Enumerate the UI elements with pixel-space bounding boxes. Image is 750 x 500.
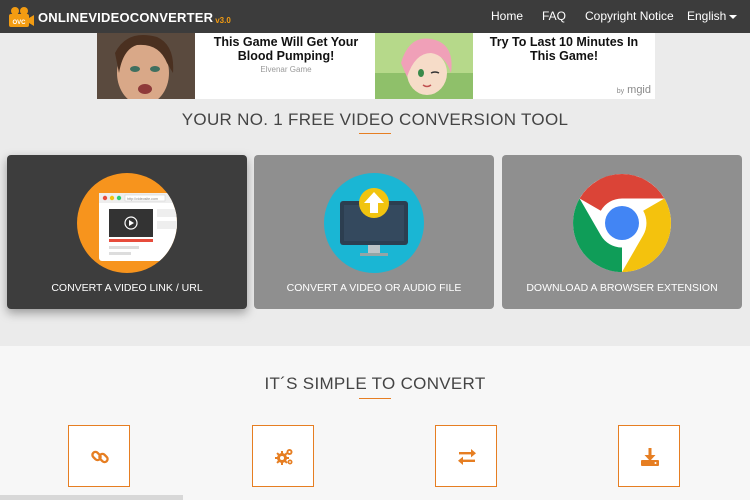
step-choose-settings[interactable]	[252, 425, 314, 487]
ad-card-1[interactable]: This Game Will Get Your Blood Pumping! E…	[97, 33, 375, 99]
hero-title-underline	[359, 133, 391, 134]
ad-banner: This Game Will Get Your Blood Pumping! E…	[97, 33, 655, 99]
chrome-icon	[572, 173, 672, 273]
ad-source-1: Elvenar Game	[260, 65, 312, 74]
ad-title-1: This Game Will Get Your Blood Pumping!	[213, 35, 359, 63]
ad-title-2: Try To Last 10 Minutes In This Game!	[489, 35, 639, 63]
convert-file-label: CONVERT A VIDEO OR AUDIO FILE	[286, 282, 462, 294]
hero-title: YOUR NO. 1 FREE VIDEO CONVERSION TOOL	[181, 110, 569, 129]
logo-word-2: Video	[88, 9, 130, 25]
ad-image-2	[375, 33, 473, 99]
video-link-icon: http://videosite.com	[77, 173, 177, 273]
upload-monitor-icon	[324, 173, 424, 273]
logo-word-3: Converter	[129, 9, 214, 25]
site-logo[interactable]: OVC OnlineVideoConverter v3.0	[8, 5, 231, 29]
nav-home-link[interactable]: Home	[491, 9, 523, 23]
step-convert[interactable]	[435, 425, 497, 487]
logo-version: v3.0	[215, 15, 231, 25]
ad-card-2[interactable]: Try To Last 10 Minutes In This Game! by m…	[375, 33, 655, 99]
download-icon	[641, 448, 659, 466]
gears-icon	[275, 449, 293, 465]
link-icon	[91, 450, 109, 464]
language-dropdown[interactable]: English	[687, 9, 738, 23]
language-label: English	[687, 9, 727, 23]
step-download[interactable]	[618, 425, 680, 487]
top-navbar: OVC OnlineVideoConverter v3.0 Home FAQ C…	[0, 0, 750, 33]
logo-camera-icon: OVC	[8, 6, 34, 28]
bottom-overlay-bar	[0, 495, 183, 500]
ad-image-1	[97, 33, 195, 99]
nav-faq-link[interactable]: FAQ	[542, 9, 566, 23]
exchange-icon	[458, 449, 476, 465]
chevron-down-icon	[729, 14, 738, 19]
browser-extension-label: DOWNLOAD A BROWSER EXTENSION	[526, 282, 718, 294]
step-paste-link[interactable]	[68, 425, 130, 487]
ad-by-prefix: by	[616, 88, 625, 95]
ad-brand: mgid	[627, 84, 651, 96]
how-it-works-title: IT´S SIMPLE TO CONVERT	[264, 374, 486, 393]
convert-url-card[interactable]: http://videosite.com CONVERT A VIDEO LIN…	[7, 155, 247, 309]
how-it-works-underline	[359, 398, 391, 399]
browser-extension-card[interactable]: DOWNLOAD A BROWSER EXTENSION	[502, 155, 742, 309]
logo-word-1: Online	[38, 9, 89, 25]
browser-url-text: http://videosite.com	[127, 197, 158, 201]
logo-wordmark: OnlineVideoConverter	[38, 10, 213, 25]
convert-url-label: CONVERT A VIDEO LINK / URL	[51, 282, 203, 294]
ad-attribution[interactable]: by mgid	[617, 84, 651, 96]
convert-file-card[interactable]: CONVERT A VIDEO OR AUDIO FILE	[254, 155, 494, 309]
nav-copyright-link[interactable]: Copyright Notice	[585, 9, 674, 23]
logo-badge-text: OVC	[12, 20, 26, 26]
